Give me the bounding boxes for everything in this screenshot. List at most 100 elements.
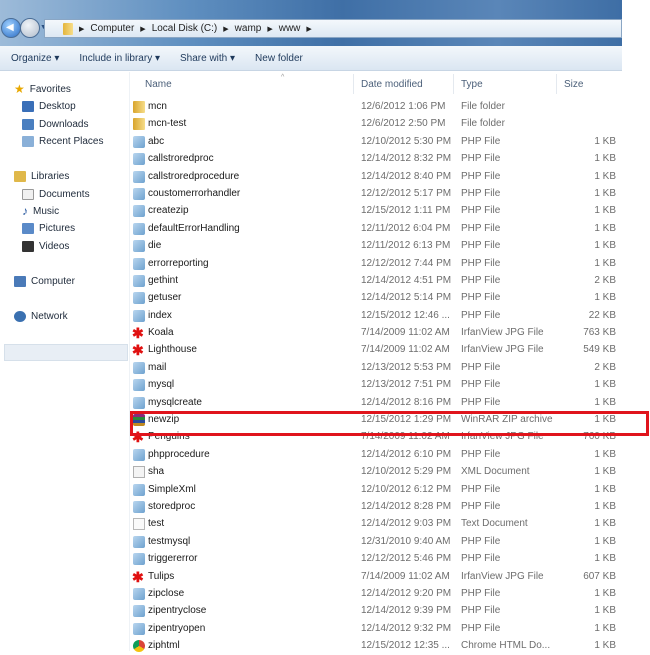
file-row[interactable]: SimpleXml 12/10/2012 6:12 PM PHP File 1 KB [131,481,622,498]
file-type: File folder [461,118,505,130]
file-row[interactable]: die 12/11/2012 6:13 PM PHP File 1 KB [131,237,622,254]
breadcrumb-wamp[interactable]: wamp [235,23,262,34]
file-size: 1 KB [594,622,616,634]
php-file-icon [133,379,145,392]
music-icon: ♪ [22,204,28,218]
file-row[interactable]: mcn 12/6/2012 1:06 PM File folder [131,98,622,115]
file-date: 12/15/2012 1:11 PM [361,205,451,217]
sidebar-label: Downloads [39,118,89,130]
file-name: mcn-test [148,118,187,130]
sidebar-item-desktop[interactable]: Desktop [22,98,76,114]
file-date: 12/14/2012 8:40 PM [361,170,452,182]
folder-file-icon [133,101,145,113]
file-date: 12/13/2012 5:53 PM [361,361,452,373]
organize-button[interactable]: Organize ▾ [11,53,59,64]
share-with-button[interactable]: Share with ▾ [180,53,235,64]
file-size: 1 KB [594,466,616,478]
file-row[interactable]: mysql 12/13/2012 7:51 PM PHP File 1 KB [131,376,622,393]
sidebar-item-videos[interactable]: Videos [22,238,69,254]
file-name: Tulips [148,570,175,582]
file-row[interactable]: gethint 12/14/2012 4:51 PM PHP File 2 KB [131,272,622,289]
chevron-right-icon[interactable]: ▶ [223,25,228,33]
file-row[interactable]: mysqlcreate 12/14/2012 8:16 PM PHP File 1 K… [131,394,622,411]
file-row[interactable]: defaultErrorHandling 12/11/2012 6:04 PM PH… [131,220,622,237]
file-size: 1 KB [594,170,616,182]
jpg-file-icon: ✱ [132,568,144,585]
navigation-pane: ★ Favorites Desktop Downloads Recent Plac… [0,72,130,651]
column-date-modified[interactable]: Date modified [361,79,423,90]
file-name: defaultErrorHandling [148,222,240,234]
network-icon [14,310,26,322]
column-name[interactable]: Name [145,79,172,90]
sidebar-computer[interactable]: Computer [14,273,75,289]
file-row[interactable]: ✱ Lighthouse 7/14/2009 11:02 AM IrfanView J… [131,341,622,358]
file-row[interactable]: sha 12/10/2012 5:29 PM XML Document 1 KB [131,463,622,480]
file-size: 2 KB [594,361,616,373]
new-folder-button[interactable]: New folder [255,53,303,64]
sidebar-item-music[interactable]: ♪ Music [22,203,59,219]
file-type: File folder [461,101,505,112]
column-type[interactable]: Type [461,79,483,90]
file-type: PHP File [461,187,501,199]
file-row[interactable]: zipentryopen 12/14/2012 9:32 PM PHP File 1 … [131,620,622,637]
file-row[interactable]: callstroredproc 12/14/2012 8:32 PM PHP Fil… [131,150,622,167]
file-row[interactable]: index 12/15/2012 12:46 ... PHP File 22 KB [131,307,622,324]
file-date: 12/15/2012 12:46 ... [361,309,450,321]
file-type: PHP File [461,240,501,252]
file-name: abc [148,135,165,147]
file-name: die [148,240,162,252]
file-name: mcn [148,101,167,112]
breadcrumb-computer[interactable]: Computer [90,23,134,34]
file-row[interactable]: mcn-test 12/6/2012 2:50 PM File folder [131,115,622,132]
column-size[interactable]: Size [564,79,583,90]
back-button[interactable] [1,18,21,38]
file-row[interactable]: errorreporting 12/12/2012 7:44 PM PHP File… [131,255,622,272]
column-divider[interactable] [453,74,454,94]
file-type: IrfanView JPG File [461,327,544,339]
file-type: PHP File [461,153,501,165]
file-row[interactable]: createzip 12/15/2012 1:11 PM PHP File 1 KB [131,202,622,219]
file-row[interactable]: phpprocedure 12/14/2012 6:10 PM PHP File 1 … [131,446,622,463]
column-divider[interactable] [556,74,557,94]
sidebar-libraries[interactable]: Libraries [14,168,69,184]
file-name: triggererror [148,553,198,565]
forward-button[interactable] [20,18,40,38]
file-row[interactable]: mail 12/13/2012 5:53 PM PHP File 2 KB [131,359,622,376]
chevron-right-icon[interactable]: ▶ [306,25,311,33]
file-type: PHP File [461,605,501,617]
file-row[interactable]: zipentryclose 12/14/2012 9:39 PM PHP File 1… [131,602,622,619]
file-name: SimpleXml [148,483,196,495]
sidebar-item-pictures[interactable]: Pictures [22,220,75,236]
include-in-library-button[interactable]: Include in library ▾ [79,53,160,64]
file-row[interactable]: storedproc 12/14/2012 8:28 PM PHP File 1 KB [131,498,622,515]
breadcrumb-www[interactable]: www [279,23,301,34]
file-row[interactable]: abc 12/10/2012 5:30 PM PHP File 1 KB [131,133,622,150]
file-size: 1 KB [594,135,616,147]
file-size: 1 KB [594,205,616,217]
sidebar-item-documents[interactable]: Documents [22,186,90,202]
sidebar-favorites[interactable]: ★ Favorites [14,81,71,97]
file-row[interactable]: testmysql 12/31/2010 9:40 AM PHP File 1 KB [131,533,622,550]
file-row[interactable]: getuser 12/14/2012 5:14 PM PHP File 1 KB [131,289,622,306]
address-bar[interactable]: ▶ Computer ▶ Local Disk (C:) ▶ wamp ▶ ww… [44,19,622,38]
sidebar-network[interactable]: Network [14,308,68,324]
column-divider[interactable] [353,74,354,94]
breadcrumb-local-disk[interactable]: Local Disk (C:) [152,23,218,34]
file-size: 1 KB [594,222,616,234]
file-date: 12/14/2012 9:03 PM [361,518,452,530]
chevron-right-icon[interactable]: ▶ [267,25,272,33]
file-row[interactable]: ✱ Tulips 7/14/2009 11:02 AM IrfanView JPG F… [131,568,622,585]
file-row[interactable]: zipclose 12/14/2012 9:20 PM PHP File 1 KB [131,585,622,602]
file-row[interactable]: ziphtml 12/15/2012 12:35 ... Chrome HTML D… [131,637,622,654]
chevron-right-icon[interactable]: ▶ [79,25,84,33]
file-row[interactable]: ✱ Koala 7/14/2009 11:02 AM IrfanView JPG Fi… [131,324,622,341]
chevron-right-icon[interactable]: ▶ [140,25,145,33]
sidebar-item-recent-places[interactable]: Recent Places [22,133,103,149]
file-row[interactable]: test 12/14/2012 9:03 PM Text Document 1 KB [131,515,622,532]
file-row[interactable]: triggererror 12/12/2012 5:46 PM PHP File 1 … [131,550,622,567]
sidebar-item-downloads[interactable]: Downloads [22,116,88,132]
php-file-icon [133,605,145,618]
file-row[interactable]: coustomerrorhandler 12/12/2012 5:17 PM PHP… [131,185,622,202]
file-size: 1 KB [594,535,616,547]
file-row[interactable]: callstroredprocedure 12/14/2012 8:40 PM PH… [131,168,622,185]
